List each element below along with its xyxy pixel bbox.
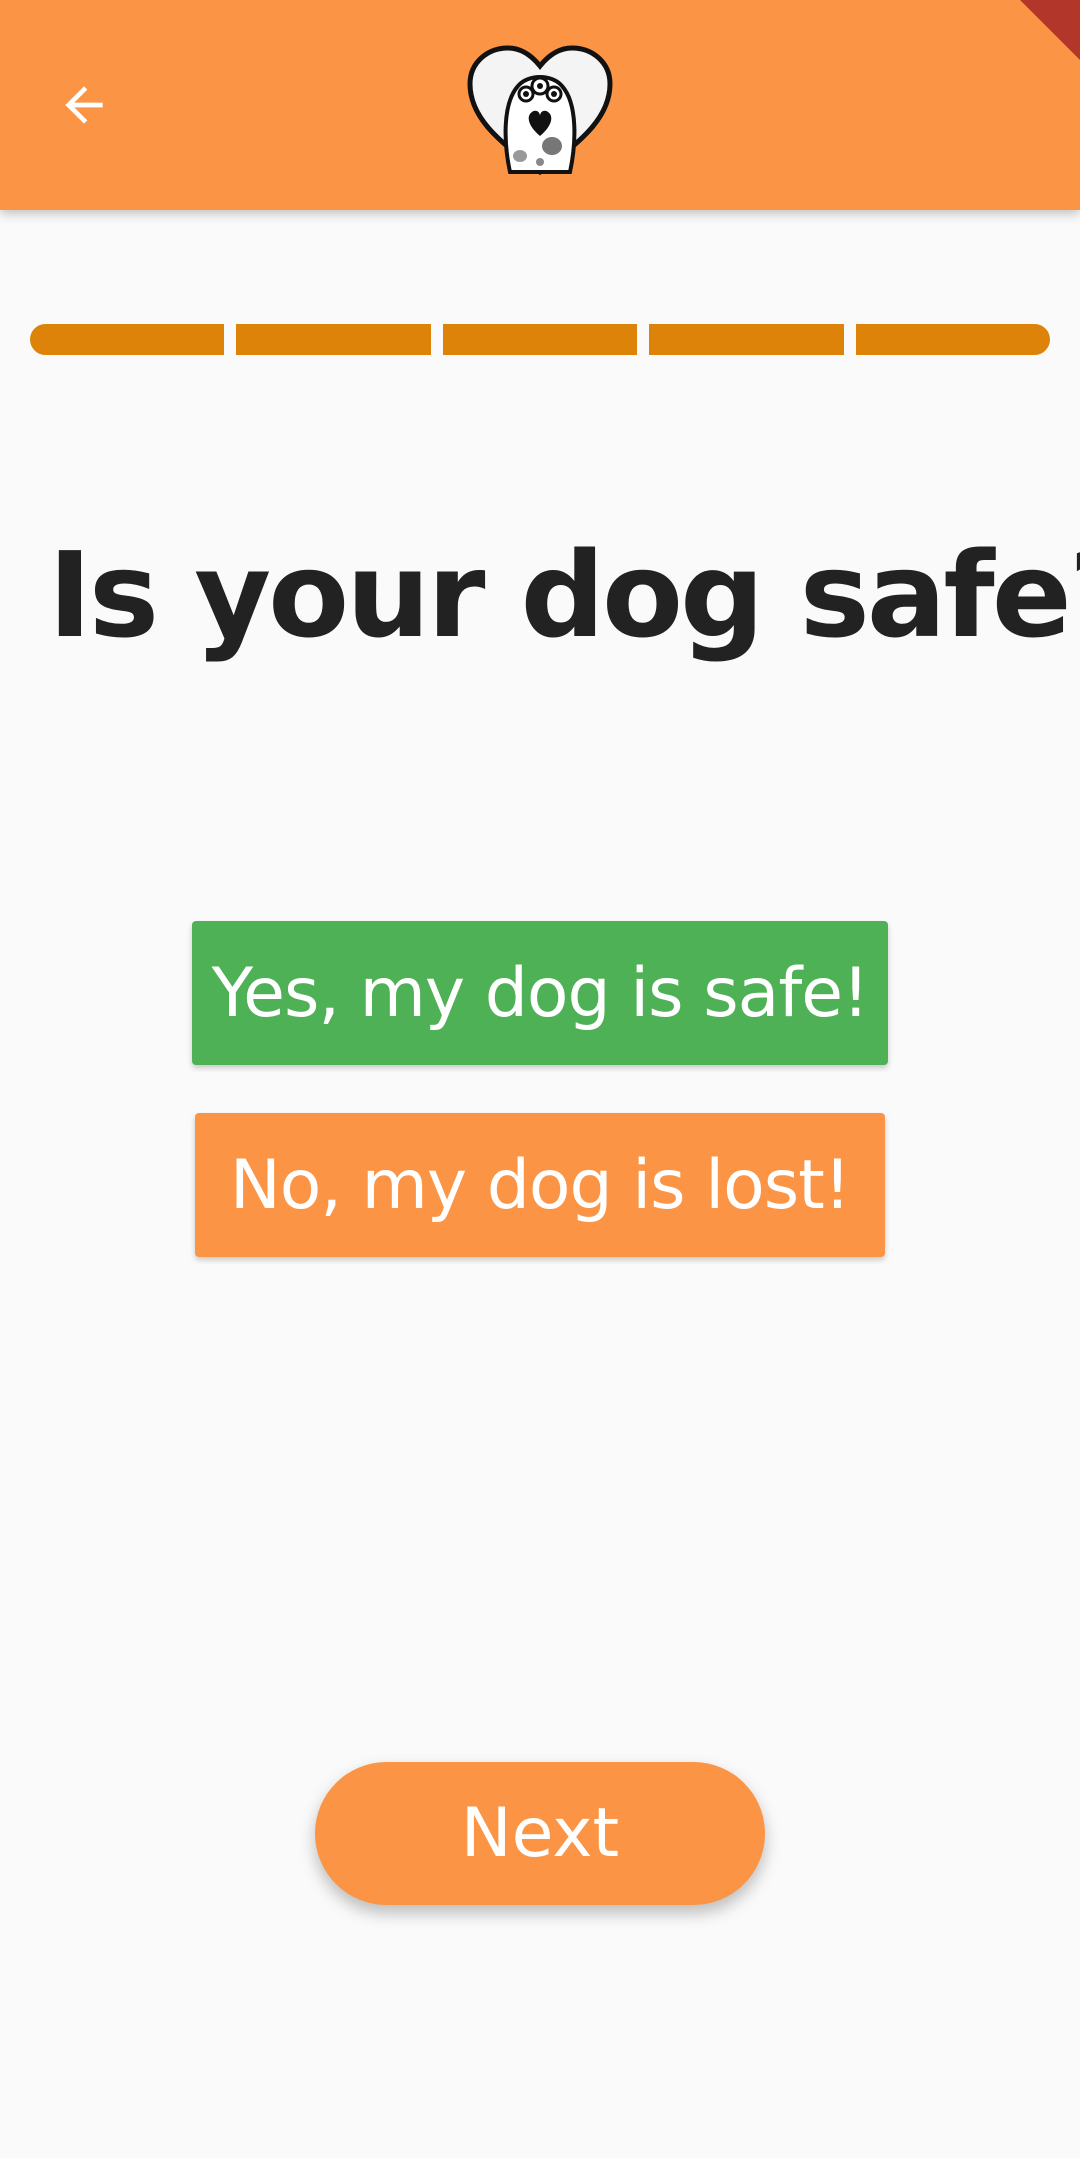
step-progress-bar bbox=[30, 324, 1051, 355]
arrow-left-icon bbox=[65, 86, 103, 124]
debug-banner bbox=[986, 0, 1080, 80]
dog-lost-label: No, my dog is lost! bbox=[229, 1145, 851, 1225]
next-label: Next bbox=[460, 1794, 620, 1873]
back-button[interactable] bbox=[44, 65, 124, 145]
progress-segment bbox=[855, 324, 1051, 355]
progress-segment bbox=[236, 324, 431, 355]
dog-paw-heart-logo bbox=[467, 45, 613, 176]
progress-segment bbox=[649, 324, 844, 355]
progress-segment bbox=[442, 324, 638, 355]
next-button[interactable]: Next bbox=[315, 1762, 765, 1905]
dog-safe-button[interactable]: Yes, my dog is safe! bbox=[192, 921, 888, 1065]
progress-segment bbox=[30, 324, 225, 355]
dog-lost-button[interactable]: No, my dog is lost! bbox=[195, 1113, 885, 1257]
dog-safe-label: Yes, my dog is safe! bbox=[211, 953, 870, 1033]
app-bar bbox=[0, 0, 1080, 210]
question-title: Is your dog safe? bbox=[48, 526, 1080, 664]
